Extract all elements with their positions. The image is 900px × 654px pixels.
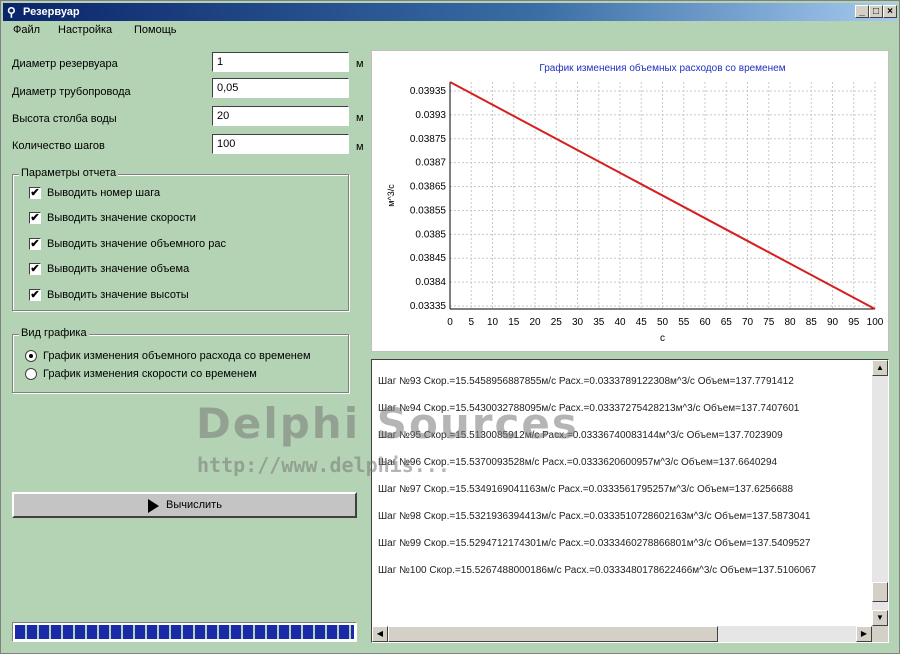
vertical-scroll-thumb[interactable] xyxy=(872,582,888,602)
y-tick-label: 0.0384 xyxy=(415,277,446,288)
steps-label: Количество шагов xyxy=(12,140,105,152)
app-icon: ⚲ xyxy=(7,5,16,19)
x-tick-label: 20 xyxy=(529,317,541,328)
x-tick-label: 55 xyxy=(678,317,690,328)
y-tick-label: 0.0393 xyxy=(415,110,446,121)
result-line: Шаг №100 Скор.=15.5267488000186м/с Расх.… xyxy=(378,565,817,576)
window-title: Резервуар xyxy=(23,6,80,18)
result-line: Шаг №99 Скор.=15.5294712174301м/с Расх.=… xyxy=(378,538,811,549)
chart-title: График изменения объемных расходов со вр… xyxy=(539,62,785,74)
maximize-button[interactable]: □ xyxy=(869,5,883,18)
report-params-title: Параметры отчета xyxy=(19,167,119,179)
x-axis-label: с xyxy=(660,333,665,344)
checkbox-volume[interactable]: ✔ xyxy=(29,263,41,275)
horizontal-scroll-thumb[interactable] xyxy=(388,626,718,642)
menu-file[interactable]: Файл xyxy=(13,24,40,36)
x-tick-label: 70 xyxy=(742,317,754,328)
flow-chart: График изменения объемных расходов со вр… xyxy=(386,62,884,344)
chart-type-title: Вид графика xyxy=(19,327,89,339)
x-tick-label: 30 xyxy=(572,317,584,328)
tank-diameter-unit: м xyxy=(356,58,364,70)
x-tick-label: 75 xyxy=(763,317,775,328)
menu-bar: Файл Настройка Помощь xyxy=(3,22,897,40)
chart-type-group: Вид графика График изменения объемного р… xyxy=(12,327,349,393)
x-tick-label: 0 xyxy=(447,317,453,328)
watermark-title: Delphi Sources xyxy=(196,399,579,448)
checkbox-flow[interactable]: ✔ xyxy=(29,238,41,250)
x-tick-label: 50 xyxy=(657,317,669,328)
x-tick-label: 25 xyxy=(551,317,563,328)
steps-input[interactable]: 100 xyxy=(212,134,349,154)
menu-settings[interactable]: Настройка xyxy=(58,24,112,36)
scroll-corner xyxy=(872,626,888,642)
y-tick-label: 0.03865 xyxy=(410,182,447,193)
x-tick-label: 10 xyxy=(487,317,499,328)
y-tick-label: 0.03855 xyxy=(410,205,447,216)
pipe-diameter-input[interactable]: 0,05 xyxy=(212,78,349,98)
result-line: Шаг №97 Скор.=15.5349169041163м/с Расх.=… xyxy=(378,484,794,495)
scroll-left-icon[interactable]: ◀ xyxy=(372,626,388,642)
compute-button[interactable]: Вычислить xyxy=(12,492,357,518)
y-tick-label: 0.03845 xyxy=(410,253,447,264)
x-tick-label: 15 xyxy=(508,317,520,328)
x-tick-label: 90 xyxy=(827,317,839,328)
y-tick-label: 0.03335 xyxy=(410,301,447,312)
x-tick-label: 60 xyxy=(699,317,711,328)
x-tick-label: 5 xyxy=(468,317,474,328)
radio-flow-chart-dot[interactable] xyxy=(25,350,37,362)
watermark-url: http://www.delphis... xyxy=(197,453,450,477)
x-tick-label: 45 xyxy=(636,317,648,328)
x-tick-label: 40 xyxy=(614,317,626,328)
y-axis-label: м^3/с xyxy=(386,184,396,207)
tank-diameter-label: Диаметр резервуара xyxy=(12,58,118,70)
x-tick-label: 35 xyxy=(593,317,605,328)
option-speed-label: Выводить значение скорости xyxy=(47,212,196,224)
x-tick-label: 95 xyxy=(848,317,860,328)
x-tick-label: 80 xyxy=(784,317,796,328)
result-line: Шаг №93 Скор.=15.5458956887855м/с Расх.=… xyxy=(378,376,794,387)
progress-fill xyxy=(15,625,354,639)
title-bar: ⚲ Резервуар _ □ × xyxy=(3,3,897,21)
radio-speed-chart-dot[interactable] xyxy=(25,368,37,380)
y-tick-label: 0.03935 xyxy=(410,86,447,97)
report-params-group: Параметры отчета ✔ Выводить номер шага ✔… xyxy=(12,167,349,311)
menu-help[interactable]: Помощь xyxy=(134,24,177,36)
checkbox-speed[interactable]: ✔ xyxy=(29,212,41,224)
option-step-number-label: Выводить номер шага xyxy=(47,187,161,199)
scroll-down-icon[interactable]: ▼ xyxy=(872,610,888,626)
x-tick-label: 85 xyxy=(806,317,818,328)
option-volume-label: Выводить значение объема xyxy=(47,263,190,275)
result-line: Шаг №98 Скор.=15.5321936394413м/с Расх.=… xyxy=(378,511,811,522)
scroll-right-icon[interactable]: ▶ xyxy=(856,626,872,642)
water-height-label: Высота столба воды xyxy=(12,113,117,125)
main-window: ⚲ Резервуар _ □ × Файл Настройка Помощь … xyxy=(0,0,900,654)
tank-diameter-input[interactable]: 1 xyxy=(212,52,349,72)
y-tick-label: 0.0387 xyxy=(415,158,446,169)
y-tick-label: 0.03875 xyxy=(410,134,447,145)
minimize-button[interactable]: _ xyxy=(855,5,869,18)
option-flow-label: Выводить значение объемного рас xyxy=(47,238,226,250)
x-tick-label: 65 xyxy=(721,317,733,328)
radio-flow-chart-label: График изменения объемного расхода со вр… xyxy=(43,350,311,362)
steps-unit: м xyxy=(356,141,364,153)
horizontal-scrollbar[interactable]: ◀ ▶ xyxy=(372,626,872,642)
radio-speed-chart-label: График изменения скорости со временем xyxy=(43,368,257,380)
water-height-unit: м xyxy=(356,112,364,124)
scroll-up-icon[interactable]: ▲ xyxy=(872,360,888,376)
chart-panel: График изменения объемных расходов со вр… xyxy=(371,50,889,352)
pipe-diameter-label: Диаметр трубопровода xyxy=(12,86,131,98)
vertical-scrollbar[interactable]: ▲ ▼ xyxy=(872,360,888,626)
option-height-label: Выводить значение высоты xyxy=(47,289,189,301)
x-tick-label: 100 xyxy=(867,317,884,328)
close-button[interactable]: × xyxy=(883,5,897,18)
play-icon xyxy=(148,499,159,513)
y-tick-label: 0.0385 xyxy=(415,229,446,240)
checkbox-step-number[interactable]: ✔ xyxy=(29,187,41,199)
water-height-input[interactable]: 20 xyxy=(212,106,349,126)
checkbox-height[interactable]: ✔ xyxy=(29,289,41,301)
progress-bar xyxy=(12,622,357,642)
compute-button-label: Вычислить xyxy=(166,499,222,511)
